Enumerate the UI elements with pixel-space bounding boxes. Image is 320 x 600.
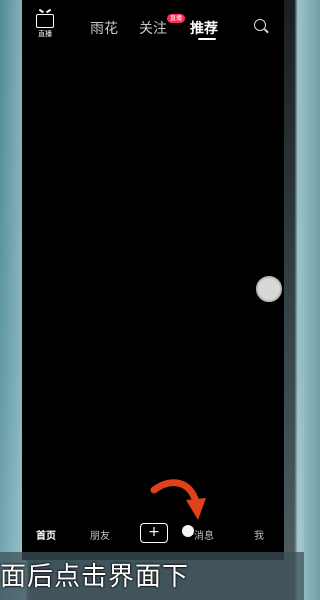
live-button[interactable]: 直播 — [34, 14, 56, 38]
subtitle-caption: 面后点击界面下 — [0, 562, 190, 592]
nav-me[interactable]: 我 — [254, 527, 264, 542]
nav-home[interactable]: 首页 — [36, 527, 56, 542]
search-icon[interactable] — [254, 19, 269, 34]
floating-assistive-button[interactable] — [256, 276, 282, 302]
tab-yuhua[interactable]: 雨花 — [90, 18, 118, 38]
tab-following[interactable]: 关注 — [139, 18, 167, 38]
nav-messages[interactable]: 消息 — [194, 527, 214, 542]
live-badge: 直播 — [167, 14, 186, 23]
tab-recommended[interactable]: 推荐 — [190, 18, 218, 38]
create-button[interactable]: + — [140, 523, 168, 543]
top-bar: 直播 雨花 关注 直播 推荐 — [22, 0, 284, 56]
nav-friends[interactable]: 朋友 — [90, 527, 110, 542]
touch-cursor — [182, 525, 194, 537]
live-label: 直播 — [38, 30, 52, 38]
tv-icon — [36, 14, 54, 28]
active-tab-indicator — [198, 38, 216, 40]
arrow-annotation-icon — [150, 479, 206, 520]
